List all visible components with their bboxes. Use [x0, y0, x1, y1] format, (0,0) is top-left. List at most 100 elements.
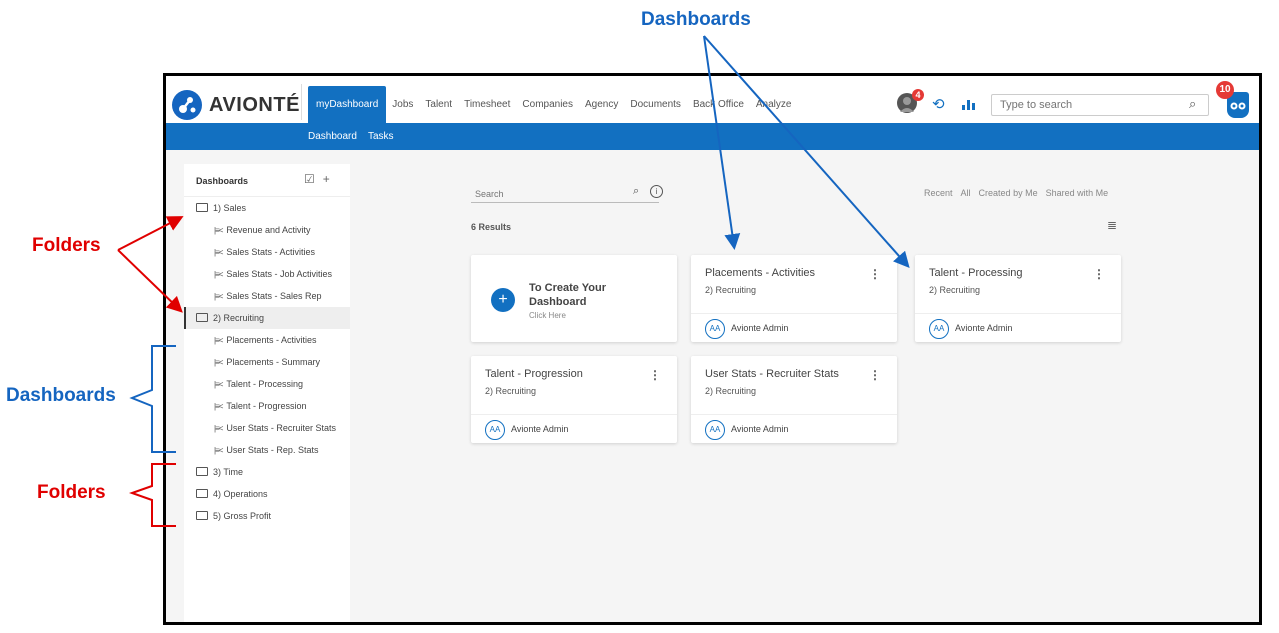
nav-mydashboard[interactable]: myDashboard [308, 86, 387, 123]
annotation-folders-upper: Folders [32, 235, 101, 256]
folder-open-icon [196, 313, 208, 323]
card-owner: Avionte Admin [731, 424, 789, 434]
folder-open-icon [196, 203, 208, 213]
info-icon[interactable]: i [650, 185, 663, 198]
dashboards-sidebar: Dashboards ☑+ 1) Sales |≡< Revenue and Ac… [184, 164, 350, 622]
tree-dashboard[interactable]: |≡< Talent - Progression [184, 395, 380, 417]
top-bar: AVIONTÉ myDashboard Jobs Talent Timeshee… [166, 76, 1259, 123]
nav-companies[interactable]: Companies [516, 86, 579, 123]
results-count: 6 Results [471, 222, 512, 232]
create-card-title: To Create Your Dashboard [529, 282, 607, 308]
card-divider [691, 414, 897, 415]
add-icon[interactable]: + [323, 172, 338, 186]
tree-dashboard[interactable]: |≡< Revenue and Activity [184, 219, 380, 241]
bar-chart-icon[interactable] [962, 97, 975, 114]
card-folder: 2) Recruiting [485, 386, 537, 396]
card-divider [915, 313, 1121, 314]
search-icon[interactable]: ⌕ [1189, 96, 1196, 112]
create-card-hint: Click Here [529, 311, 566, 320]
more-options-icon[interactable]: ⋮ [1093, 267, 1105, 281]
sidebar-title: Dashboards [196, 176, 249, 186]
folder-icon [196, 467, 208, 477]
dashboard-icon: |≡< [214, 446, 223, 455]
app-window: AVIONTÉ myDashboard Jobs Talent Timeshee… [163, 73, 1262, 625]
filter-links: Recent All Created by Me Shared with Me [924, 188, 1116, 198]
tree-folder[interactable]: 4) Operations [184, 483, 362, 505]
card-owner: Avionte Admin [511, 424, 569, 434]
more-options-icon[interactable]: ⋮ [869, 267, 881, 281]
search-icon[interactable]: ⌕ [633, 185, 639, 198]
dashboard-card[interactable]: User Stats - Recruiter Stats 2) Recruiti… [691, 356, 897, 443]
dashboard-icon: |≡< [214, 226, 223, 235]
tree-folder[interactable]: 1) Sales [184, 197, 362, 219]
tree-dashboard[interactable]: |≡< Placements - Summary [184, 351, 380, 373]
tree-folder[interactable]: 5) Gross Profit [184, 505, 362, 527]
nav-documents[interactable]: Documents [624, 86, 687, 123]
dashboard-icon: |≡< [214, 270, 223, 279]
card-title: Talent - Processing [929, 267, 1023, 279]
card-title: Placements - Activities [705, 267, 816, 279]
nav-analyze[interactable]: Analyze [750, 86, 798, 123]
card-owner: Avionte Admin [731, 323, 789, 333]
filter-created-by-me[interactable]: Created by Me [979, 188, 1038, 198]
dashboard-icon: |≡< [214, 248, 223, 257]
card-folder: 2) Recruiting [705, 285, 757, 295]
tree-dashboard[interactable]: |≡< Talent - Processing [184, 373, 380, 395]
filter-all[interactable]: All [961, 188, 971, 198]
dashboard-icon: |≡< [214, 402, 223, 411]
annotation-dashboards-top: Dashboards [641, 9, 751, 30]
subnav-dashboard[interactable]: Dashboard [308, 123, 357, 150]
more-options-icon[interactable]: ⋮ [649, 368, 661, 382]
owner-avatar: AA [929, 319, 949, 339]
tree-dashboard[interactable]: |≡< User Stats - Rep. Stats [184, 439, 380, 461]
dashboard-icon: |≡< [214, 358, 223, 367]
avionte-logo-icon [172, 90, 202, 120]
folder-icon [196, 511, 208, 521]
dashboard-card[interactable]: Talent - Processing 2) Recruiting ⋮ AA A… [915, 255, 1121, 342]
brand-logo[interactable]: AVIONTÉ [172, 90, 300, 120]
card-folder: 2) Recruiting [705, 386, 757, 396]
tree-dashboard[interactable]: |≡< Sales Stats - Activities [184, 241, 380, 263]
sidebar-actions: ☑+ [304, 172, 338, 186]
tree-folder-selected[interactable]: 2) Recruiting [184, 307, 350, 329]
nav-timesheet[interactable]: Timesheet [458, 86, 516, 123]
check-edit-icon[interactable]: ☑ [304, 172, 323, 186]
dashboard-search-input[interactable] [471, 185, 659, 203]
list-view-icon[interactable]: ≣ [1107, 218, 1117, 232]
tree-dashboard[interactable]: |≡< Sales Stats - Sales Rep [184, 285, 380, 307]
owl-badge: 10 [1216, 81, 1234, 99]
dashboard-card[interactable]: Talent - Progression 2) Recruiting ⋮ AA … [471, 356, 677, 443]
card-title: Talent - Progression [485, 368, 583, 380]
tree-dashboard[interactable]: |≡< Sales Stats - Job Activities [184, 263, 380, 285]
global-search-input[interactable] [991, 94, 1209, 116]
dashboard-icon: |≡< [214, 292, 223, 301]
plus-icon: + [491, 288, 515, 312]
filter-shared-with-me[interactable]: Shared with Me [1046, 188, 1109, 198]
card-owner: Avionte Admin [955, 323, 1013, 333]
sub-nav: Dashboard Tasks [166, 123, 1259, 150]
more-options-icon[interactable]: ⋮ [869, 368, 881, 382]
tree-dashboard[interactable]: |≡< Placements - Activities [184, 329, 380, 351]
owner-avatar: AA [485, 420, 505, 440]
main-nav: myDashboard Jobs Talent Timesheet Compan… [308, 86, 797, 123]
dashboard-icon: |≡< [214, 424, 223, 433]
tree-folder[interactable]: 3) Time [184, 461, 362, 483]
subnav-tasks[interactable]: Tasks [368, 123, 394, 150]
card-divider [471, 414, 677, 415]
dashboard-icon: |≡< [214, 380, 223, 389]
annotation-dashboards-left: Dashboards [6, 385, 116, 406]
nav-talent[interactable]: Talent [419, 86, 458, 123]
logo-divider [301, 84, 302, 120]
card-folder: 2) Recruiting [929, 285, 981, 295]
card-divider [691, 313, 897, 314]
create-dashboard-card[interactable]: + To Create Your Dashboard Click Here [471, 255, 677, 342]
tree-dashboard[interactable]: |≡< User Stats - Recruiter Stats [184, 417, 380, 439]
filter-recent[interactable]: Recent [924, 188, 953, 198]
dashboard-card[interactable]: Placements - Activities 2) Recruiting ⋮ … [691, 255, 897, 342]
card-title: User Stats - Recruiter Stats [705, 368, 839, 380]
folder-icon [196, 489, 208, 499]
nav-back-office[interactable]: Back Office [687, 86, 750, 123]
nav-jobs[interactable]: Jobs [386, 86, 419, 123]
refresh-icon[interactable]: ⟲ [932, 95, 945, 113]
nav-agency[interactable]: Agency [579, 86, 624, 123]
